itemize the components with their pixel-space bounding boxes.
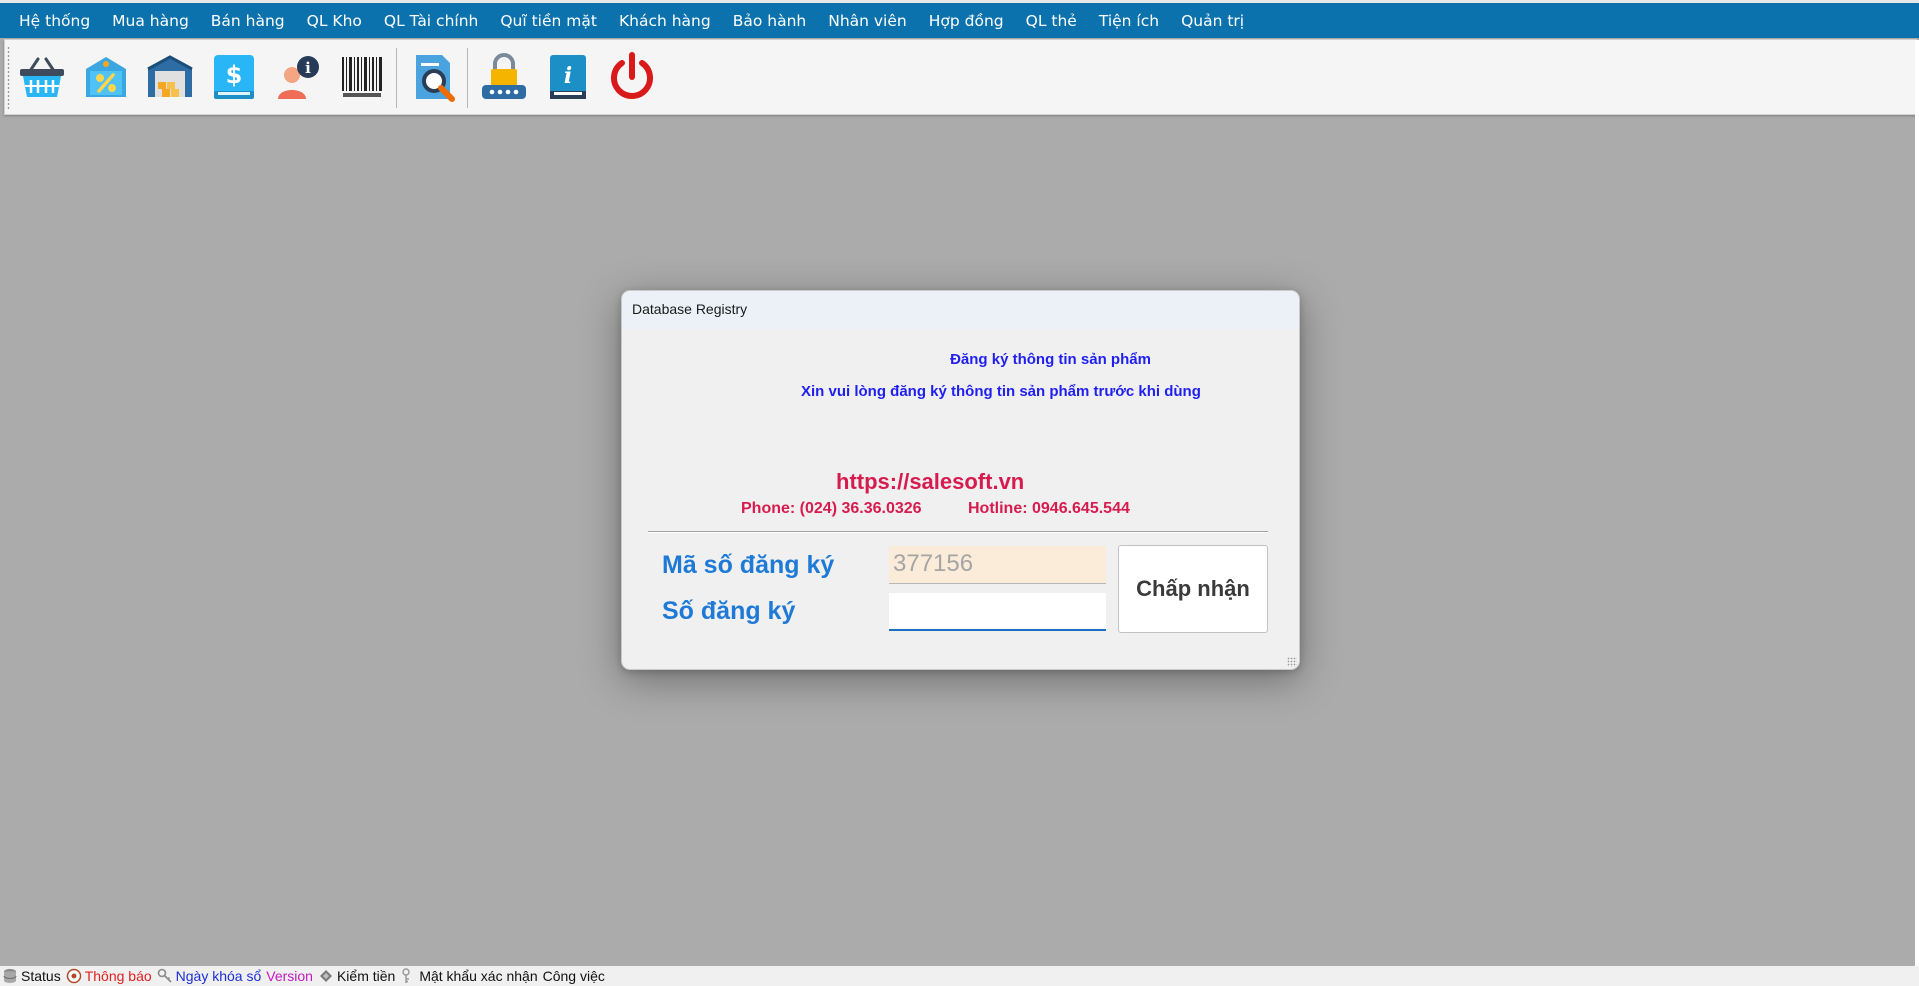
confirm-password-label: Mật khẩu xác nhận <box>419 968 538 984</box>
confirm-password-item[interactable]: Mật khẩu xác nhận <box>400 968 538 984</box>
menu-ql-kho[interactable]: QL Kho <box>296 3 373 39</box>
toolbar-separator <box>467 48 468 108</box>
cash-check-item[interactable]: Kiểm tiền <box>318 968 395 984</box>
tasks-item[interactable]: Công việc <box>543 968 605 984</box>
phone-text: Phone: (024) 36.36.0326 <box>741 500 922 517</box>
svg-text:i: i <box>564 63 572 89</box>
toolbar-grip[interactable] <box>7 46 10 110</box>
menu-ql-the[interactable]: QL thẻ <box>1015 3 1088 39</box>
dialog-subheading: Xin vui lòng đăng ký thông tin sản phẩm … <box>801 383 1201 400</box>
dialog-divider <box>648 531 1268 533</box>
svg-text:i: i <box>305 59 311 77</box>
notice-eye-icon <box>66 968 81 984</box>
menu-nhan-vien[interactable]: Nhân viên <box>817 3 918 39</box>
dialog-heading: Đăng ký thông tin sản phẩm <box>950 351 1151 368</box>
password-lock-icon[interactable] <box>477 50 531 104</box>
menu-mua-hang[interactable]: Mua hàng <box>101 3 200 39</box>
tasks-label: Công việc <box>542 968 605 984</box>
resize-grip[interactable] <box>1287 657 1297 667</box>
lock-date-item[interactable]: Ngày khóa sổ <box>157 968 262 984</box>
menu-khach-hang[interactable]: Khách hàng <box>608 3 722 39</box>
search-document-icon[interactable] <box>407 50 461 104</box>
finance-book-icon[interactable]: $ <box>207 50 261 104</box>
warehouse-icon[interactable] <box>143 50 197 104</box>
discount-tag-icon[interactable] <box>79 50 133 104</box>
menu-hop-dong[interactable]: Hợp đồng <box>918 3 1015 39</box>
svg-text:$: $ <box>226 61 243 89</box>
lock-date-label: Ngày khóa sổ <box>175 968 262 984</box>
registration-number-label: Số đăng ký <box>662 597 796 625</box>
website-link[interactable]: https://salesoft.vn <box>622 469 1299 495</box>
database-registry-dialog: Database Registry Đăng ký thông tin sản … <box>621 290 1300 670</box>
window-edge <box>1915 40 1919 966</box>
status-item[interactable]: Status <box>2 968 61 984</box>
database-icon <box>3 969 17 983</box>
dialog-title-bar[interactable]: Database Registry <box>622 291 1299 329</box>
info-book-icon[interactable]: i <box>541 50 595 104</box>
cash-check-label: Kiểm tiền <box>336 968 396 984</box>
status-bar: Status Thông báo Ngày khóa sổ Version Ki… <box>0 966 1919 986</box>
power-icon[interactable] <box>605 50 659 104</box>
hotline-text: Hotline: 0946.645.544 <box>968 500 1130 517</box>
notice-label: Thông báo <box>84 968 152 984</box>
cash-icon <box>319 970 332 982</box>
password-key-icon <box>402 968 411 983</box>
menu-he-thong[interactable]: Hệ thống <box>8 3 101 39</box>
status-label: Status <box>21 968 61 984</box>
dialog-title: Database Registry <box>632 301 748 317</box>
toolbar-separator <box>396 48 397 108</box>
shopping-basket-icon[interactable] <box>15 50 69 104</box>
registration-code-label: Mã số đăng ký <box>662 551 835 579</box>
employee-info-icon[interactable]: i <box>271 50 325 104</box>
menu-qui-tien-mat[interactable]: Quĩ tiền mặt <box>489 3 608 39</box>
key-icon <box>157 968 172 983</box>
menu-quan-tri[interactable]: Quản trị <box>1170 3 1255 39</box>
registration-number-input[interactable] <box>889 593 1106 631</box>
version-label: Version <box>266 968 313 984</box>
barcode-icon[interactable] <box>335 50 389 104</box>
menu-bao-hanh[interactable]: Bảo hành <box>722 3 818 39</box>
menu-tien-ich[interactable]: Tiện ích <box>1088 3 1170 39</box>
version-item[interactable]: Version <box>266 968 313 984</box>
menu-ban-hang[interactable]: Bán hàng <box>200 3 296 39</box>
registration-code-field: 377156 <box>889 546 1106 584</box>
notice-item[interactable]: Thông báo <box>66 968 152 984</box>
menu-ql-tai-chinh[interactable]: QL Tài chính <box>373 3 489 39</box>
accept-button[interactable]: Chấp nhận <box>1118 545 1268 633</box>
main-toolbar: $ i i <box>4 39 1917 115</box>
main-menu-bar: Hệ thống Mua hàng Bán hàng QL Kho QL Tài… <box>0 0 1919 38</box>
